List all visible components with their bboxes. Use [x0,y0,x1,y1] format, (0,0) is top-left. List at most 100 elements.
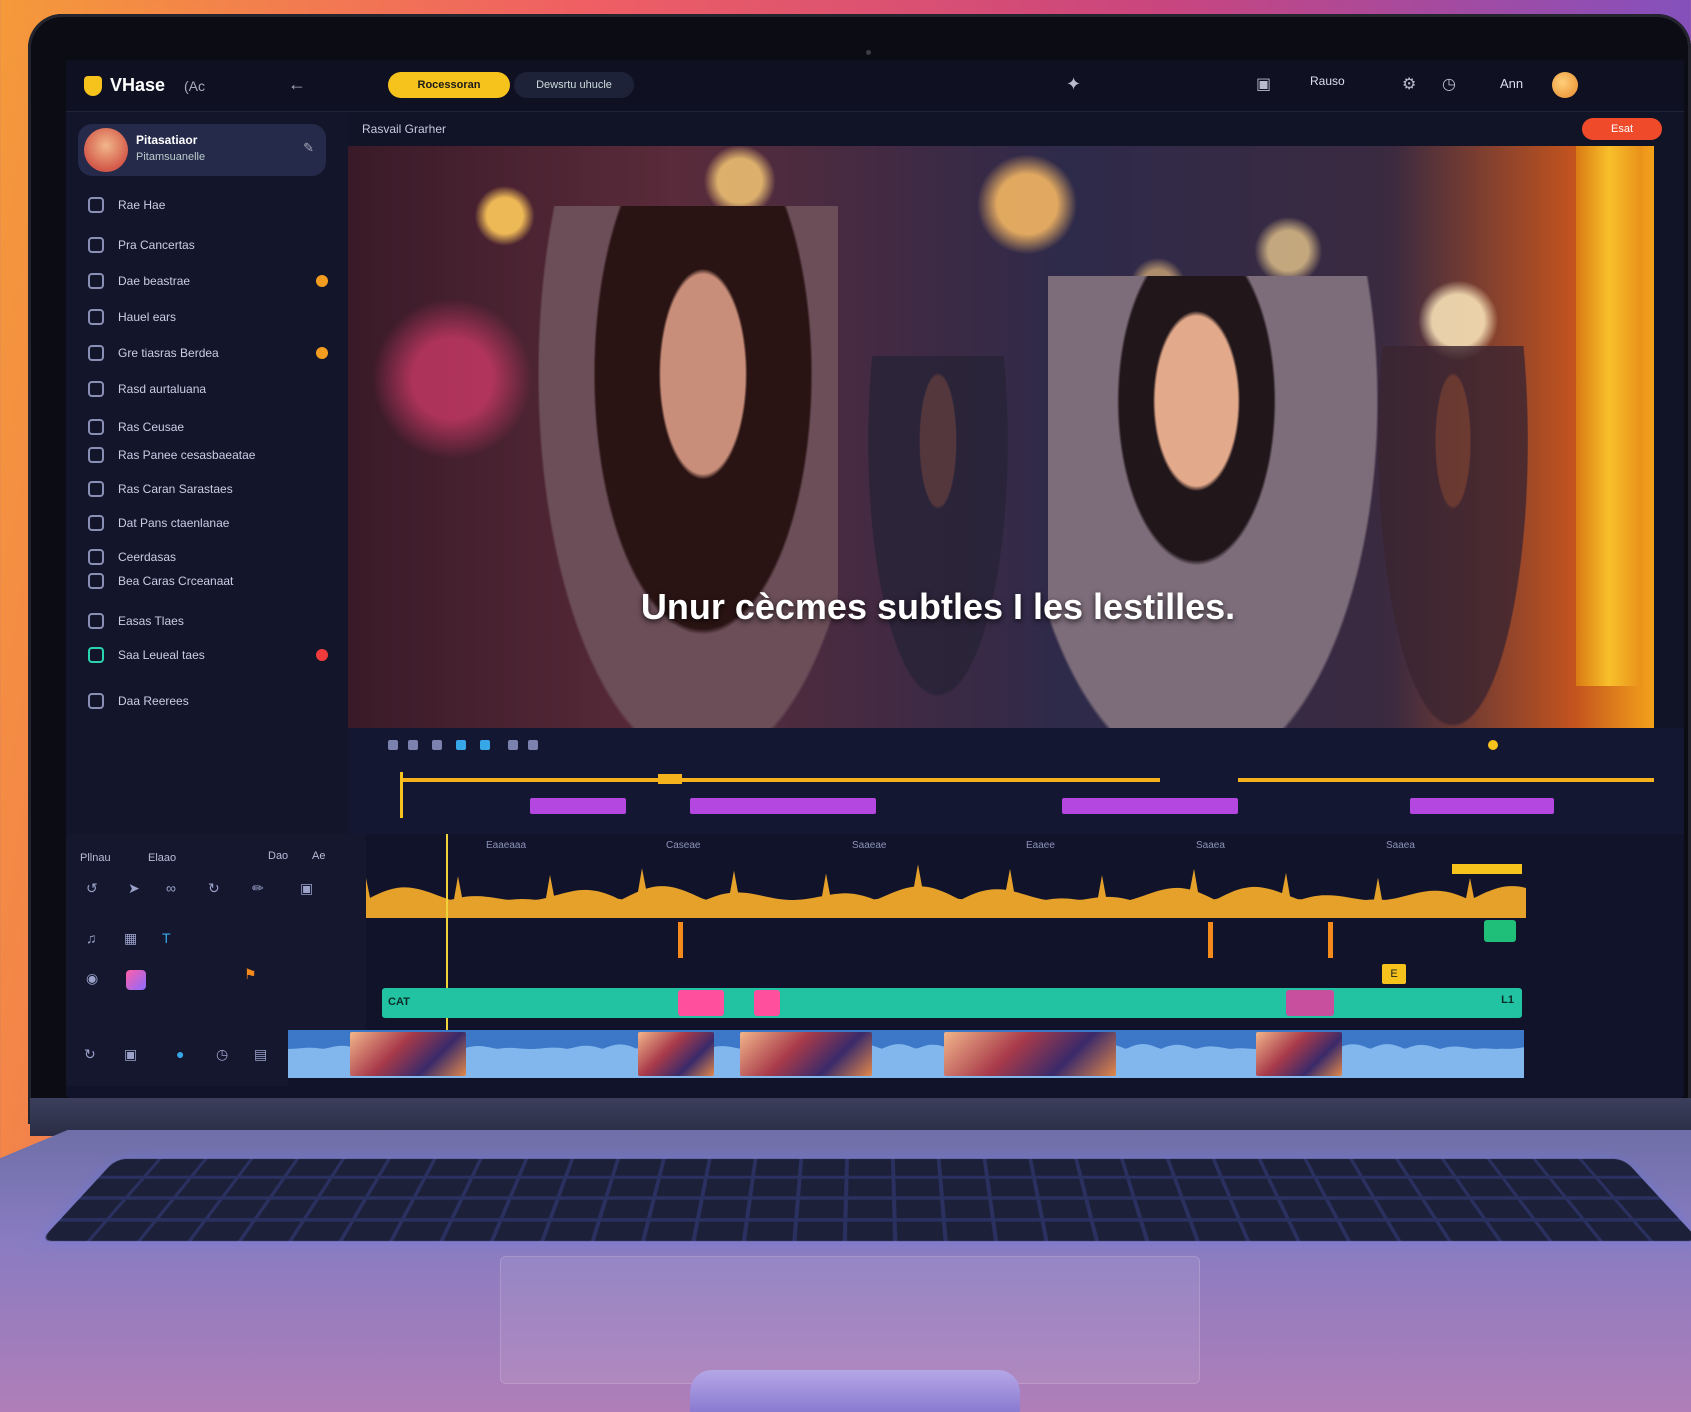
time-ruler: Eaaeaaa Caseae Saaeae Eaaee Saaea Saaea [366,834,1684,858]
sidebar-item-icon [88,237,104,253]
sidebar-item[interactable]: Hauel ears [88,304,328,330]
image-icon[interactable]: ▦ [124,930,137,947]
transition-clip[interactable] [1286,990,1334,1016]
sidebar-item[interactable]: Gre tiasras Berdea [88,340,328,366]
color-swatch[interactable] [126,970,146,990]
user-avatar[interactable] [1552,72,1578,98]
transition-clip[interactable] [678,990,724,1016]
scissor-icon[interactable] [408,740,418,750]
cut-marker[interactable] [1328,922,1333,958]
ruler-label: Saaea [1386,840,1415,851]
tool-label[interactable]: Ae [312,850,325,862]
track-handle[interactable] [1484,920,1516,942]
screen-icon[interactable]: ▣ [1256,74,1271,94]
profile-card[interactable]: Pitasatiaor Pitamsuanelle ✎ [78,124,326,176]
sidebar-item[interactable]: Bea Caras Crceanaat [88,568,328,594]
app-subtitle: (Ac [184,78,205,94]
sidebar-item-icon [88,693,104,709]
video-thumbnail[interactable] [638,1032,714,1076]
back-arrow-icon[interactable]: ← [288,74,306,95]
sidebar-item-icon [88,549,104,565]
video-thumbnail[interactable] [1256,1032,1342,1076]
video-preview[interactable]: Unur cècmes subtles I les lestilles. [348,146,1654,728]
text-tool-icon[interactable]: T [162,930,171,946]
crop-icon[interactable]: ▣ [300,880,313,897]
effect-icon[interactable] [456,740,466,750]
sidebar-item-label: Rasd aurtaluana [118,382,207,396]
clip-segment[interactable] [690,798,876,814]
sidebar-item[interactable]: Saa Leueal taes [88,642,328,668]
text-icon[interactable] [508,740,518,750]
thumbnail-track[interactable] [288,1030,1524,1078]
sidebar-item[interactable]: Easas Tlaes [88,608,328,634]
sidebar-item[interactable]: Ceerdasas [88,544,328,570]
tool-label: Elaao [148,852,177,864]
ruler-label: Saaea [1196,840,1225,851]
strip-marker[interactable] [658,774,682,784]
sidebar-item-icon [88,573,104,589]
sidebar-item[interactable]: Dat Pans ctaenlanae [88,510,328,536]
color-icon[interactable] [480,740,490,750]
settings-icon[interactable]: ⚙ [1402,74,1416,94]
edit-icon[interactable]: ✎ [303,140,314,156]
sidebar-item-label: Hauel ears [118,310,177,324]
video-thumbnail[interactable] [740,1032,872,1076]
flag-icon[interactable]: ⚑ [244,966,257,983]
transition-clip[interactable] [754,990,780,1016]
tool-label[interactable]: Dao [268,850,288,862]
music-clip[interactable] [1452,864,1522,874]
clip-segment[interactable] [530,798,626,814]
link-icon[interactable]: ∞ [166,880,176,896]
editor-screen: VHase (Ac ← Rocessoran Dewsrtu uhucle ✦ … [66,60,1684,1098]
sidebar-item-icon [88,647,104,663]
loop-icon[interactable]: ↻ [84,1046,96,1063]
audio-icon[interactable]: ♫ [86,930,97,946]
clip-segment[interactable] [1062,798,1238,814]
clip-overview-strip [348,728,1684,834]
undo-icon[interactable]: ↺ [86,880,98,897]
clock-icon[interactable]: ◷ [1442,74,1456,94]
sidebar-item-label: Easas Tlaes [118,614,184,628]
pen-icon[interactable]: ✏ [252,880,264,897]
webcam [866,50,871,55]
cursor-icon[interactable]: ➤ [128,880,140,897]
ai-sparkle-icon[interactable]: ✦ [1066,74,1081,95]
cut-marker[interactable] [1208,922,1213,958]
preview-title: Rasvail Grarher [362,122,447,136]
tab-secondary[interactable]: Dewsrtu uhucle [514,72,634,98]
video-track[interactable]: CAT L1 [382,988,1522,1018]
sidebar-item[interactable]: Dae beastrae [88,268,328,294]
video-thumbnail[interactable] [944,1032,1116,1076]
play-icon[interactable] [388,740,398,750]
clip-track-bar [400,778,1160,782]
sidebar-item-label: Dae beastrae [118,274,191,288]
redo-icon[interactable]: ↻ [208,880,220,897]
marker-tag[interactable]: E [1382,964,1406,984]
sidebar-item-icon [88,197,104,213]
sidebar-item[interactable]: Ras Panee cesasbaeatae [88,442,328,468]
screen-icon[interactable]: ▣ [124,1046,137,1063]
man-figure [1048,276,1378,728]
link-icon[interactable] [528,740,538,750]
video-thumbnail[interactable] [350,1032,466,1076]
audio-waveform[interactable] [366,858,1526,918]
record-icon[interactable] [1488,740,1498,750]
cut-marker[interactable] [678,922,683,958]
timer-icon[interactable]: ◷ [216,1046,228,1063]
eye-icon[interactable]: ◉ [86,970,98,987]
copy-icon[interactable] [432,740,442,750]
record-icon[interactable]: ● [176,1046,184,1062]
sidebar-item[interactable]: Daa Reerees [88,688,328,714]
sidebar-item[interactable]: Pra Cancertas [88,232,328,258]
sidebar-item[interactable]: Ras Caran Sarastaes [88,476,328,502]
strip-playhead[interactable] [400,772,403,818]
export-button[interactable]: Esat [1582,118,1662,140]
tab-primary[interactable]: Rocessoran [388,72,510,98]
sidebar-item[interactable]: Rae Hae [88,192,328,218]
clip-segment[interactable] [1410,798,1554,814]
sidebar-item[interactable]: Rasd aurtaluana [88,376,328,402]
car-icon[interactable]: ▤ [254,1046,267,1063]
account-menu[interactable]: Rauso [1310,74,1345,88]
sidebar-item-label: Dat Pans ctaenlanae [118,516,230,530]
sidebar-item[interactable]: Ras Ceusae [88,414,328,440]
